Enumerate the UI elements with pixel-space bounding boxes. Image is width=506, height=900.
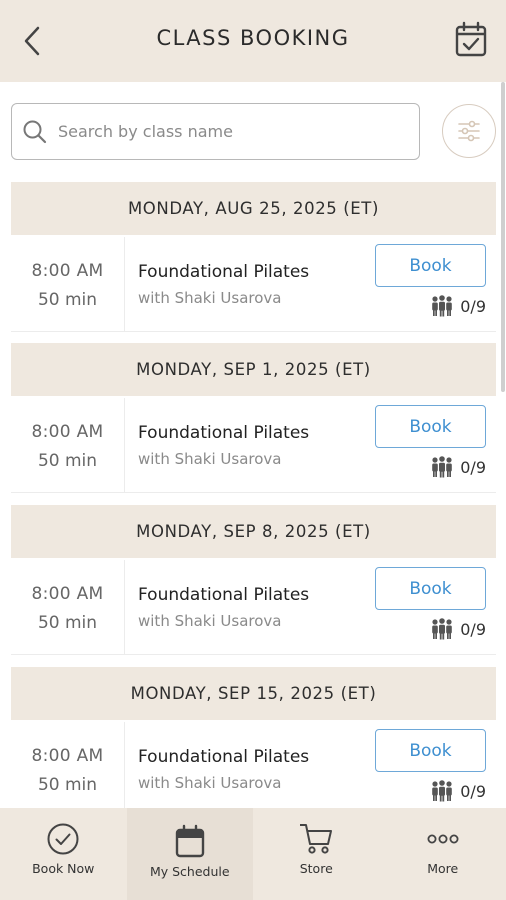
filter-button[interactable] [442, 104, 496, 158]
class-name: Foundational Pilates [138, 585, 310, 605]
time-column: 8:00 AM 50 min [11, 560, 125, 655]
class-name: Foundational Pilates [138, 262, 310, 282]
tab-label: Store [299, 861, 333, 876]
book-button[interactable]: Book [375, 244, 486, 287]
people-group-icon [432, 295, 453, 317]
capacity-indicator: 0/9 [430, 295, 486, 317]
tab-my-schedule[interactable]: My Schedule [126, 808, 253, 900]
calendar-check-icon [455, 21, 487, 57]
capacity-count: 0/9 [460, 296, 486, 316]
bottom-tab-bar: Book Now My Schedule Store More [0, 808, 506, 900]
tab-label: More [427, 861, 459, 876]
page-title: CLASS BOOKING [156, 26, 350, 50]
class-duration: 50 min [37, 451, 98, 471]
check-circle-icon [47, 823, 79, 855]
calendar-icon [175, 824, 204, 858]
capacity-count: 0/9 [460, 781, 486, 801]
class-duration: 50 min [37, 290, 98, 310]
class-row[interactable]: 8:00 AM 50 min Foundational Pilates with… [11, 560, 496, 655]
more-dots-icon [427, 834, 459, 844]
date-header: MONDAY, SEP 1, 2025 (ET) [11, 343, 496, 396]
search-icon [23, 120, 47, 143]
tab-more[interactable]: More [380, 808, 506, 900]
class-row[interactable]: 8:00 AM 50 min Foundational Pilates with… [11, 722, 496, 817]
class-time: 8:00 AM [31, 584, 104, 604]
app-header: CLASS BOOKING [0, 0, 506, 82]
people-group-icon [432, 618, 453, 640]
class-instructor: with Shaki Usarova [138, 774, 282, 792]
capacity-count: 0/9 [460, 619, 486, 639]
class-name: Foundational Pilates [138, 747, 310, 767]
capacity-indicator: 0/9 [430, 780, 486, 802]
class-time: 8:00 AM [31, 422, 104, 442]
class-instructor: with Shaki Usarova [138, 289, 282, 307]
class-instructor: with Shaki Usarova [138, 612, 282, 630]
date-header: MONDAY, SEP 15, 2025 (ET) [11, 667, 496, 720]
capacity-indicator: 0/9 [430, 618, 486, 640]
time-column: 8:00 AM 50 min [11, 722, 125, 817]
time-column: 8:00 AM 50 min [11, 237, 125, 332]
tab-store[interactable]: Store [253, 808, 380, 900]
class-duration: 50 min [37, 775, 98, 795]
tab-label: Book Now [32, 861, 95, 876]
book-button[interactable]: Book [375, 567, 486, 610]
people-group-icon [432, 780, 453, 802]
tab-book-now[interactable]: Book Now [0, 808, 127, 900]
cart-icon [300, 824, 333, 854]
book-button[interactable]: Book [375, 729, 486, 772]
search-input[interactable] [58, 122, 398, 141]
tab-label: My Schedule [149, 864, 230, 879]
filter-sliders-icon [458, 120, 480, 142]
class-row[interactable]: 8:00 AM 50 min Foundational Pilates with… [11, 398, 496, 493]
people-group-icon [432, 456, 453, 478]
scrollbar[interactable] [501, 82, 505, 392]
capacity-indicator: 0/9 [430, 456, 486, 478]
class-row[interactable]: 8:00 AM 50 min Foundational Pilates with… [11, 237, 496, 332]
book-button[interactable]: Book [375, 405, 486, 448]
date-header: MONDAY, AUG 25, 2025 (ET) [11, 182, 496, 235]
class-time: 8:00 AM [31, 261, 104, 281]
class-name: Foundational Pilates [138, 423, 310, 443]
class-duration: 50 min [37, 613, 98, 633]
class-time: 8:00 AM [31, 746, 104, 766]
time-column: 8:00 AM 50 min [11, 398, 125, 493]
date-header: MONDAY, SEP 8, 2025 (ET) [11, 505, 496, 558]
class-instructor: with Shaki Usarova [138, 450, 282, 468]
capacity-count: 0/9 [460, 457, 486, 477]
calendar-button[interactable] [454, 20, 488, 58]
search-bar [11, 103, 420, 160]
